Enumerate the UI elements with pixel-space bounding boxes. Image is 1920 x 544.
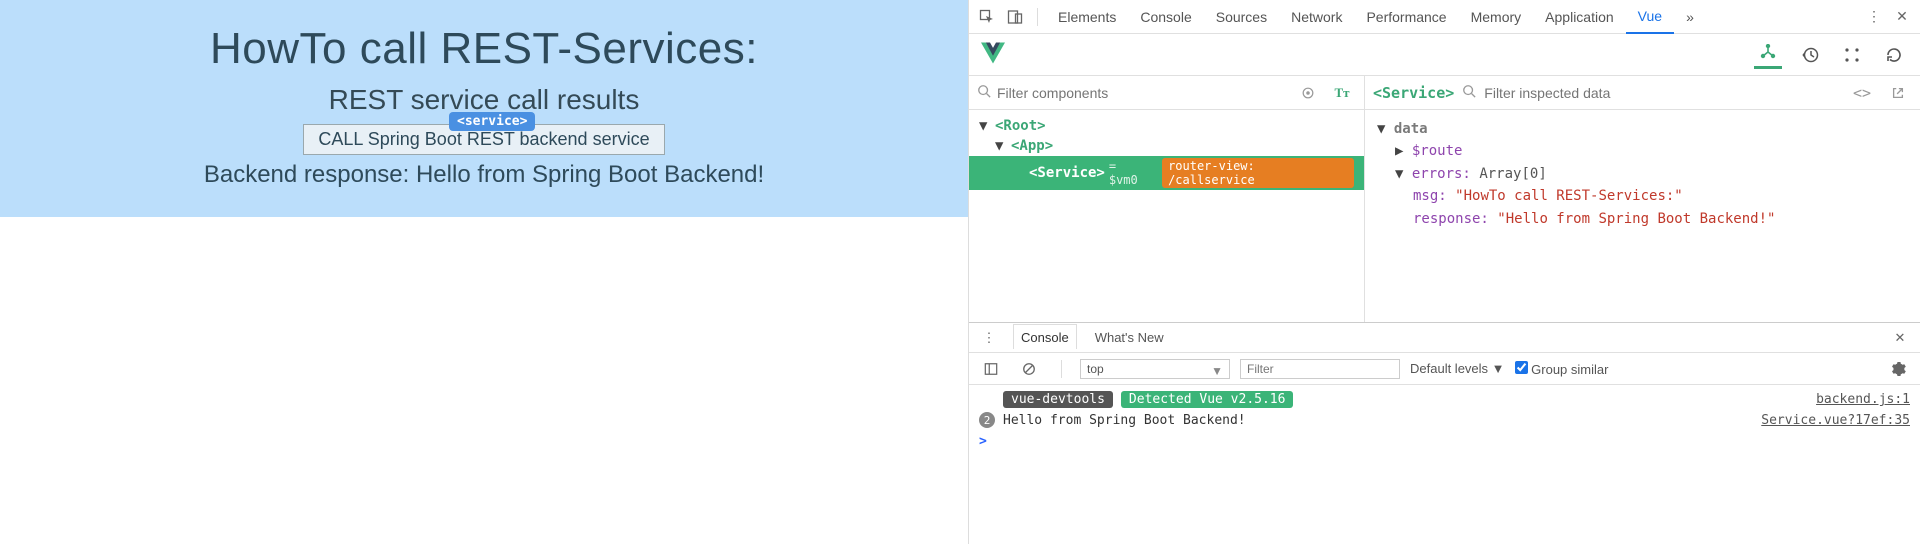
target-icon[interactable] <box>1294 79 1322 107</box>
console-line-devtools: vue-devtools Detected Vue v2.5.16 backen… <box>979 389 1910 410</box>
group-similar-toggle[interactable]: Group similar <box>1515 361 1609 377</box>
filter-components-input[interactable] <box>997 85 1288 101</box>
drawer-close-icon[interactable]: ✕ <box>1886 324 1914 352</box>
components-view-icon[interactable] <box>1754 41 1782 69</box>
close-icon[interactable]: ✕ <box>1888 3 1916 31</box>
banner-title: HowTo call REST-Services: <box>0 24 968 74</box>
data-section-header[interactable]: data <box>1394 121 1428 137</box>
prop-route[interactable]: $route <box>1412 143 1463 159</box>
repeat-count-badge: 2 <box>979 412 995 428</box>
tab-performance[interactable]: Performance <box>1354 1 1458 33</box>
clear-console-icon[interactable] <box>1015 355 1043 383</box>
drawer-tab-console[interactable]: Console <box>1013 324 1077 351</box>
console-settings-icon[interactable] <box>1884 355 1912 383</box>
tree-root[interactable]: ▼<Root> <box>969 116 1364 136</box>
tab-application[interactable]: Application <box>1533 1 1626 33</box>
vue-logo-icon <box>981 41 1005 68</box>
levels-dropdown[interactable]: Default levels ▼ <box>1410 361 1505 376</box>
console-prompt[interactable]: > <box>979 430 1910 453</box>
inspect-element-icon[interactable] <box>973 3 1001 31</box>
drawer-kebab-icon[interactable]: ⋮ <box>975 324 1003 352</box>
history-icon[interactable] <box>1796 41 1824 69</box>
open-external-icon[interactable] <box>1884 79 1912 107</box>
prop-errors[interactable]: errors: <box>1412 166 1471 182</box>
inspector-panel: <Service> <> ▼ data ▶ $route ▼ errors: A… <box>1365 76 1920 322</box>
console-drawer: ⋮ Console What's New ✕ top▼ Default leve… <box>969 322 1920 544</box>
vue-toolbar <box>969 34 1920 76</box>
console-filter-input[interactable] <box>1240 359 1400 379</box>
component-overlay-badge: <service> <box>449 112 535 131</box>
devtools-pane: Elements Console Sources Network Perform… <box>968 0 1920 544</box>
tab-elements[interactable]: Elements <box>1046 1 1128 33</box>
format-icon[interactable]: Tт <box>1328 79 1356 107</box>
drawer-tab-whatsnew[interactable]: What's New <box>1087 324 1172 351</box>
source-link-service[interactable]: Service.vue?17ef:35 <box>1761 413 1910 428</box>
search-icon <box>977 84 991 101</box>
router-view-badge: router-view: /callservice <box>1162 158 1354 188</box>
reload-icon[interactable] <box>1880 41 1908 69</box>
prop-response: response: <box>1413 211 1489 227</box>
component-tree-panel: Tт ▼<Root> ▼<App> <Service> = $vm0 route… <box>969 76 1365 322</box>
tab-sources[interactable]: Sources <box>1204 1 1279 33</box>
filter-inspected-input[interactable] <box>1484 85 1840 101</box>
backend-response-text: Backend response: Hello from Spring Boot… <box>0 161 968 189</box>
code-icon[interactable]: <> <box>1848 79 1876 107</box>
tab-memory[interactable]: Memory <box>1459 1 1534 33</box>
device-toolbar-icon[interactable] <box>1001 3 1029 31</box>
devtools-tab-strip: Elements Console Sources Network Perform… <box>969 0 1920 34</box>
source-link-backend[interactable]: backend.js:1 <box>1816 392 1910 407</box>
tab-vue[interactable]: Vue <box>1626 0 1674 34</box>
tree-service-selected[interactable]: <Service> = $vm0 router-view: /callservi… <box>969 156 1364 190</box>
vuex-icon[interactable] <box>1838 41 1866 69</box>
banner: HowTo call REST-Services: REST service c… <box>0 0 968 217</box>
tab-network[interactable]: Network <box>1279 1 1354 33</box>
context-select[interactable]: top▼ <box>1080 359 1230 379</box>
console-line-response: 2 Hello from Spring Boot Backend! Servic… <box>979 410 1910 430</box>
kebab-menu-icon[interactable]: ⋮ <box>1860 3 1888 31</box>
vue-content: Tт ▼<Root> ▼<App> <Service> = $vm0 route… <box>969 76 1920 322</box>
tab-console[interactable]: Console <box>1128 1 1203 33</box>
tab-overflow[interactable]: » <box>1674 1 1706 33</box>
console-sidebar-icon[interactable] <box>977 355 1005 383</box>
inspected-component-name: <Service> <box>1373 84 1454 102</box>
tree-app[interactable]: ▼<App> <box>969 136 1364 156</box>
prop-msg: msg: <box>1413 188 1447 204</box>
search-icon <box>1462 84 1476 102</box>
application-pane: HowTo call REST-Services: REST service c… <box>0 0 968 544</box>
